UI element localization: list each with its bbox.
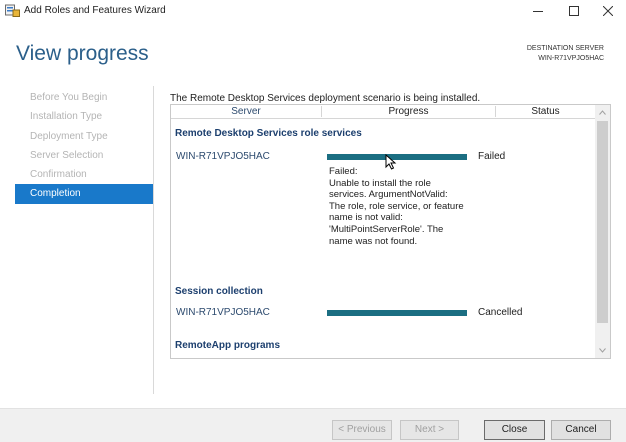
destination-label: DESTINATION SERVER [526, 45, 604, 52]
column-header-status[interactable]: Status [496, 106, 595, 117]
nav-item-installation-type: Installation Type [30, 111, 103, 123]
mouse-cursor-icon [385, 154, 397, 170]
close-button[interactable]: Close [484, 420, 545, 440]
error-detail-line: Unable to install the role [329, 177, 431, 189]
error-detail-line: 'MultiPointServerRole'. The [329, 223, 444, 235]
intro-text: The Remote Desktop Services deployment s… [170, 93, 481, 104]
maximize-button[interactable] [556, 0, 592, 22]
page-title: View progress [16, 42, 149, 65]
error-detail: Failed: Unable to install the role servi… [329, 166, 469, 247]
close-icon [603, 6, 613, 16]
cancel-button[interactable]: Cancel [551, 420, 611, 440]
column-header-server[interactable]: Server [171, 106, 321, 117]
table-header: Server Progress Status [171, 105, 595, 119]
destination-server-info: DESTINATION SERVER WIN-R71VPJO5HAC [527, 44, 604, 64]
chevron-down-icon [599, 348, 606, 353]
server-name: WIN-R71VPJO5HAC [176, 307, 270, 318]
server-name: WIN-R71VPJO5HAC [176, 151, 270, 162]
error-detail-line: services. ArgumentNotValid: [329, 189, 448, 201]
nav-item-completion[interactable]: Completion [15, 184, 153, 204]
progress-bar [327, 154, 467, 160]
next-button[interactable]: Next > [400, 420, 459, 440]
nav-divider [153, 86, 154, 394]
column-header-progress[interactable]: Progress [321, 106, 496, 117]
section-title-rds-role-services: Remote Desktop Services role services [175, 128, 362, 139]
server-manager-icon [5, 4, 20, 17]
status-text: Failed [478, 151, 506, 162]
destination-server-name: WIN-R71VPJO5HAC [538, 55, 604, 62]
chevron-up-icon [599, 110, 606, 115]
nav-item-confirmation: Confirmation [30, 169, 87, 181]
vertical-scrollbar[interactable] [595, 105, 610, 358]
scrollbar-thumb[interactable] [597, 121, 608, 323]
minimize-icon [533, 11, 543, 12]
scroll-down-button[interactable] [595, 343, 610, 358]
error-detail-line: name is not valid: [329, 212, 403, 224]
nav-item-server-selection: Server Selection [30, 149, 104, 161]
error-detail-line: name was not found. [329, 235, 418, 247]
section-title-remoteapp-programs: RemoteApp programs [175, 340, 281, 351]
error-detail-line: The role, role service, or feature [329, 200, 464, 212]
footer-bar: < Previous Next > Close Cancel [0, 408, 626, 442]
title-bar: Add Roles and Features Wizard [0, 0, 626, 22]
minimize-button[interactable] [520, 0, 556, 22]
scroll-up-button[interactable] [595, 105, 610, 120]
previous-button[interactable]: < Previous [332, 420, 392, 440]
section-title-session-collection: Session collection [175, 286, 263, 297]
maximize-icon [569, 6, 579, 16]
close-window-button[interactable] [590, 0, 626, 22]
error-detail-line: Failed: [329, 166, 358, 177]
window-title: Add Roles and Features Wizard [24, 5, 166, 16]
nav-item-deployment-type: Deployment Type [30, 130, 108, 142]
status-text: Cancelled [478, 307, 523, 318]
nav-item-before-you-begin: Before You Begin [30, 92, 108, 103]
progress-bar [327, 310, 467, 316]
wizard-nav: Before You Begin Installation Type Deplo… [15, 88, 153, 204]
progress-table: Server Progress Status Remote Desktop Se… [170, 104, 611, 359]
